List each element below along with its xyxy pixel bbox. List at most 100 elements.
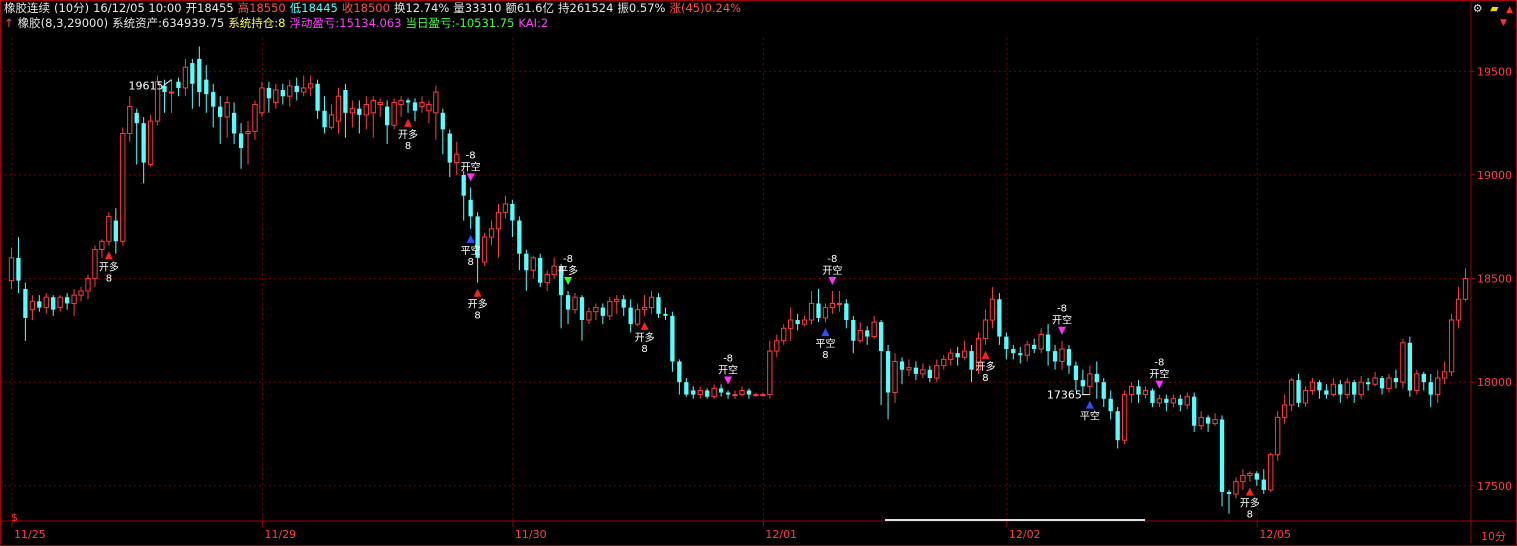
candle-body bbox=[634, 309, 641, 325]
signal-label: 开多 bbox=[1240, 497, 1260, 510]
candle-body bbox=[1094, 373, 1099, 383]
candle-body bbox=[1254, 473, 1259, 480]
indicator-name[interactable]: 橡胶(8,3,29000) bbox=[18, 16, 109, 30]
candle-body bbox=[1421, 373, 1426, 383]
candle-body bbox=[370, 99, 376, 114]
candle-body bbox=[182, 66, 189, 89]
signal-label: 平空 bbox=[461, 244, 481, 257]
ruler-icon[interactable]: ▰ bbox=[1490, 2, 1498, 15]
candle-body bbox=[488, 228, 495, 238]
signal-label: 开空 bbox=[718, 363, 738, 376]
candle-body bbox=[865, 330, 870, 337]
candle-body bbox=[357, 108, 362, 115]
candle-body bbox=[1358, 381, 1364, 396]
candle-body bbox=[670, 315, 675, 362]
symbol-title[interactable]: 橡胶连续 bbox=[4, 1, 50, 15]
signal-label: 开空 bbox=[1149, 368, 1169, 381]
candle-body bbox=[746, 390, 752, 395]
high-value: 高18550 bbox=[237, 1, 286, 15]
candle-body bbox=[412, 102, 418, 111]
candle-body bbox=[656, 297, 661, 314]
candle-body bbox=[113, 220, 118, 242]
candle-body bbox=[1448, 319, 1455, 373]
candlestick-chart[interactable]: 17500 18000 18500 19000 19500 11/25 11/29 11/30… bbox=[0, 0, 1517, 546]
candle-body bbox=[307, 83, 314, 89]
candle-body bbox=[899, 361, 905, 370]
candle-body bbox=[1302, 389, 1309, 404]
indicator-header: ↑ 橡胶(8,3,29000) 系统资产:634939.75 系统持仓:8 浮动盈亏:1… bbox=[4, 16, 552, 31]
candle-body bbox=[1233, 481, 1239, 495]
candle-body bbox=[245, 130, 251, 135]
signal-qty: -8 bbox=[563, 254, 573, 265]
candle-body bbox=[1128, 385, 1135, 396]
buy-arrow-icon bbox=[404, 118, 413, 127]
candle-body bbox=[1205, 417, 1211, 424]
scroll-up-icon[interactable]: ▲ bbox=[1506, 5, 1513, 15]
candle-body bbox=[322, 110, 327, 128]
candle-body bbox=[1386, 377, 1392, 389]
candle-body bbox=[1192, 396, 1197, 426]
candle-body bbox=[92, 249, 98, 280]
scroll-position-bar[interactable] bbox=[885, 519, 1145, 521]
candle-body bbox=[468, 199, 473, 217]
candle-body bbox=[1428, 382, 1433, 395]
candle-body bbox=[1178, 398, 1183, 405]
candle-body bbox=[1261, 479, 1266, 490]
candle-body bbox=[481, 236, 488, 263]
candle-body bbox=[343, 90, 348, 113]
candle-body bbox=[134, 112, 139, 124]
candle-body bbox=[1352, 382, 1357, 395]
signal-label: 开多 bbox=[398, 128, 418, 141]
cover-arrow-icon bbox=[1085, 400, 1094, 409]
candle-body bbox=[961, 350, 968, 358]
change-value: 涨(45) bbox=[669, 1, 705, 15]
close-value: 收18500 bbox=[341, 1, 390, 15]
candle-body bbox=[273, 89, 279, 103]
candle-body bbox=[176, 81, 181, 88]
candle-body bbox=[120, 133, 126, 242]
candle-body bbox=[1393, 378, 1399, 383]
candle-body bbox=[1338, 384, 1343, 395]
signal-label: 平空 bbox=[1080, 410, 1100, 423]
candle-body bbox=[433, 91, 439, 114]
candle-body bbox=[781, 327, 787, 342]
candle-body bbox=[43, 296, 49, 309]
candle-body bbox=[732, 394, 738, 397]
candle-body bbox=[969, 351, 974, 370]
candle-body bbox=[1038, 334, 1044, 350]
candle-body bbox=[941, 358, 947, 367]
daily-pnl: 当日盈亏:-10531.75 bbox=[405, 16, 515, 30]
settings-icon[interactable]: ⚙ bbox=[1473, 2, 1483, 15]
candle-body bbox=[502, 203, 509, 213]
candle-body bbox=[1414, 373, 1420, 391]
candle-body bbox=[822, 307, 829, 319]
candle-body bbox=[64, 297, 70, 304]
signal-label: 平多 bbox=[558, 264, 578, 277]
candle-body bbox=[23, 288, 28, 318]
signal-label: 开空 bbox=[822, 264, 842, 277]
candle-body bbox=[788, 319, 794, 329]
signal-qty: 8 bbox=[467, 257, 473, 268]
candle-body bbox=[628, 307, 633, 325]
candle-body bbox=[641, 307, 648, 311]
candle-body bbox=[1268, 454, 1274, 491]
candle-body bbox=[801, 319, 808, 325]
candle-body bbox=[71, 294, 77, 304]
signal-qty: 8 bbox=[474, 311, 480, 322]
candle-body bbox=[1296, 380, 1301, 403]
candle-body bbox=[677, 361, 682, 383]
candle-body bbox=[565, 295, 571, 310]
candle-body bbox=[1150, 390, 1155, 403]
candle-body bbox=[141, 123, 146, 163]
signal-label: 开多 bbox=[468, 298, 488, 311]
candle-body bbox=[544, 273, 550, 284]
candle-body bbox=[955, 353, 960, 358]
close-long-arrow-icon bbox=[564, 277, 573, 286]
candle-body bbox=[363, 104, 369, 116]
sell-arrow-icon bbox=[466, 173, 475, 182]
period-label[interactable]: (10分) bbox=[54, 1, 89, 15]
sell-arrow-icon bbox=[724, 376, 733, 385]
candle-body bbox=[440, 112, 445, 130]
candle-body bbox=[238, 133, 244, 149]
scroll-down-icon[interactable]: ▼ bbox=[1500, 18, 1507, 28]
